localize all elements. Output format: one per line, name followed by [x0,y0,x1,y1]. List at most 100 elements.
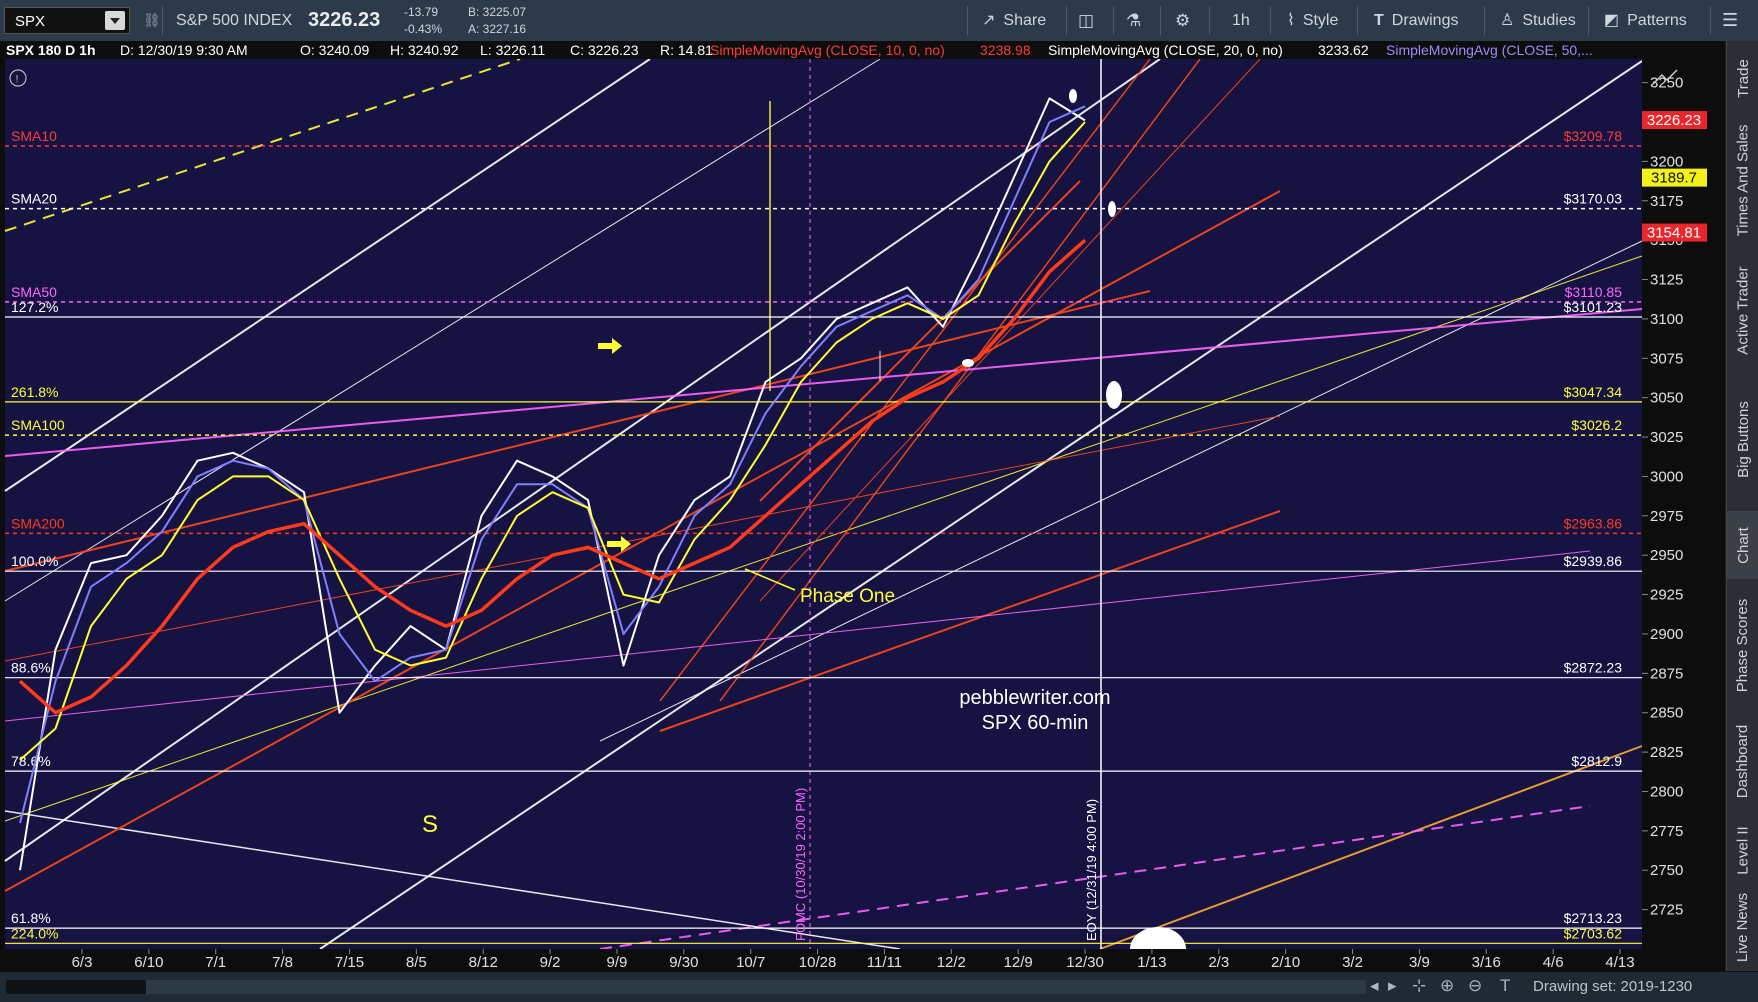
x-tick-label: 10/28 [799,954,837,971]
level-value: $3110.85 [1565,284,1623,300]
price-marker-label: 3154.81 [1647,225,1701,242]
tab-phase-scores[interactable]: Phase Scores [1727,583,1758,707]
ellipse-marker [1108,201,1116,217]
tab-big-buttons[interactable]: Big Buttons [1727,371,1758,507]
ellipse-marker [1069,89,1077,103]
camera-icon[interactable]: ◫ [1078,0,1094,41]
header-high: H: 3240.92 [390,42,459,58]
share-button[interactable]: ↗ Share [982,0,1046,41]
y-tick-label: 2800 [1650,783,1683,800]
tab-chart[interactable]: Chart [1727,511,1758,579]
chart-area[interactable]: SMA10 $3209.78 SMA20 $3170.03 SMA50 $3110.85 1… [0,41,1725,971]
menu-icon[interactable]: ☰ [1722,0,1738,41]
wave-s-label: S [422,811,438,838]
level-value: $2939.86 [1564,553,1623,569]
style-button[interactable]: ⌇ Style [1287,0,1338,41]
level-value: $2703.62 [1564,925,1623,941]
right-tab-panel: Trade Times And Sales Active Trader Big But… [1726,41,1758,971]
header-open: O: 3240.09 [300,42,369,58]
y-tick-label: 3075 [1650,350,1683,367]
tab-trade[interactable]: Trade [1727,49,1758,107]
link-icon[interactable]: ⛓ [143,0,161,41]
tab-level-ii[interactable]: Level II [1727,816,1758,884]
patterns-button[interactable]: ◩ Patterns [1604,0,1687,41]
horizontal-scrollbar[interactable] [6,980,1366,994]
watermark-title: SPX 60-min [982,712,1089,734]
text-tool-icon[interactable]: T [1500,976,1510,996]
scroll-left-icon[interactable]: ◂ [1370,976,1379,996]
level-name: 100.0% [11,553,58,569]
x-tick-label: 3/2 [1342,954,1363,971]
x-tick-label: 10/7 [736,954,765,971]
studies-button[interactable]: ♙ Studies [1500,0,1576,41]
y-tick-label: 3175 [1650,193,1683,210]
top-toolbar: SPX ⛓ S&P 500 INDEX 3226.23 -13.79 -0.43… [0,0,1758,42]
drawings-button[interactable]: T Drawings [1374,0,1458,41]
tab-times-and-sales[interactable]: Times And Sales [1727,111,1758,249]
bid-price: B: 3225.07 [468,5,527,19]
y-tick-label: 3125 [1650,272,1683,289]
x-tick-label: 1/13 [1137,954,1166,971]
tab-label: Trade [1734,58,1752,98]
last-price: 3226.23 [308,9,381,31]
y-tick-label: 3200 [1650,153,1683,170]
tab-live-news[interactable]: Live News [1727,887,1758,967]
y-tick-label: 2750 [1650,862,1683,879]
scrollbar-thumb[interactable] [6,980,146,994]
pan-icon[interactable]: ⊹ [1412,976,1426,996]
net-change-pct: -0.43% [404,22,443,36]
level-value: $3026.2 [1571,417,1622,433]
x-tick-label: 2/10 [1271,954,1300,971]
tab-label: Active Trader [1734,265,1752,355]
level-name: SMA100 [11,417,65,433]
ellipse-marker [962,359,974,367]
level-name: 224.0% [11,925,58,941]
x-tick-label: 6/3 [72,954,93,971]
chevron-down-icon[interactable] [105,11,125,30]
level-value: $3047.34 [1564,384,1623,400]
phase-one-label: Phase One [800,586,895,607]
tab-label: Live News [1734,892,1752,962]
tab-label: Phase Scores [1734,598,1752,692]
level-name: 127.2% [11,299,58,315]
symbol-selector[interactable]: SPX [4,7,130,34]
y-tick-label: 2925 [1650,587,1683,604]
drawings-label: Drawings [1391,12,1459,29]
x-tick-label: 7/1 [205,954,226,971]
level-name: SMA10 [11,128,57,144]
style-icon: ⌇ [1287,12,1295,29]
header-range: R: 14.81 [660,42,713,58]
zoom-in-icon[interactable]: ⊕ [1440,976,1454,996]
level-name: SMA50 [11,284,57,300]
svg-text:!: ! [16,74,19,86]
scroll-right-icon[interactable]: ▸ [1388,976,1397,996]
eoy-label: EOY (12/31/19 4:00 PM) [1084,799,1099,941]
ask-price: A: 3227.16 [468,22,527,36]
tab-dashboard[interactable]: Dashboard [1727,711,1758,811]
flask-icon[interactable]: ⚗ [1126,0,1141,41]
tab-label: Dashboard [1734,724,1752,798]
share-label: Share [1003,12,1047,29]
y-tick-label: 3100 [1650,311,1683,328]
tab-active-trader[interactable]: Active Trader [1727,253,1758,367]
interval-button[interactable]: 1h [1232,0,1250,41]
tab-label: Big Buttons [1734,400,1752,478]
bottom-bar: ◂ ▸ ⊹ ⊕ ⊖ T Drawing set: 2019-1230 [0,971,1758,1002]
chart-header: SPX 180 D 1h D: 12/30/19 9:30 AM O: 3240… [0,41,1642,59]
fomc-label: FOMC (10/30/19 2:00 PM) [793,788,808,941]
y-tick-label: 3250 [1650,75,1683,92]
index-name: S&P 500 INDEX [176,12,293,29]
x-axis: 6/3 6/10 7/1 7/8 7/15 8/5 8/12 9/2 9/9 9/30 10/7 10… [0,949,1725,971]
price-chart[interactable]: SMA10 $3209.78 SMA20 $3170.03 SMA50 $3110.85 1… [0,41,1725,971]
ellipse-marker [1106,381,1122,409]
zoom-out-icon[interactable]: ⊖ [1468,976,1482,996]
studies-icon: ♙ [1500,12,1515,29]
symbol-value: SPX [15,13,46,30]
tab-label: Level II [1734,825,1752,875]
style-label: Style [1302,12,1339,29]
y-tick-label: 2900 [1650,626,1683,643]
level-value: $2812.9 [1571,753,1622,769]
x-tick-label: 7/8 [272,954,293,971]
gear-icon[interactable]: ⚙ [1175,0,1190,41]
header-close: C: 3226.23 [570,42,639,58]
